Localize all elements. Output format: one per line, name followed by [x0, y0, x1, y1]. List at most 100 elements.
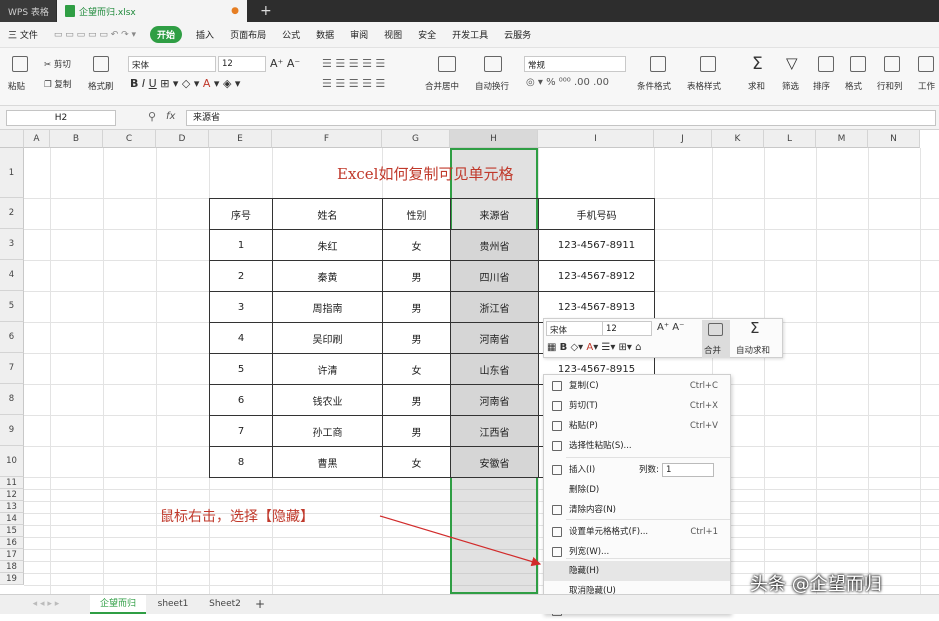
zoom-icon[interactable]: ⚲ — [148, 110, 156, 123]
table-cell[interactable]: 男 — [382, 291, 451, 323]
worksheet-icon[interactable] — [918, 56, 934, 72]
column-header-A[interactable]: A — [24, 130, 50, 148]
table-header-cell[interactable]: 手机号码 — [538, 198, 655, 230]
column-header-G[interactable]: G — [382, 130, 450, 148]
row-header-14[interactable]: 14 — [0, 513, 24, 525]
menu-item[interactable]: 云服务 — [496, 28, 539, 41]
file-tab[interactable]: 企望而归.xlsx ● — [57, 0, 247, 22]
name-box[interactable]: H2 — [6, 110, 116, 126]
cond-format-button[interactable]: 条件格式 — [637, 80, 671, 92]
menu-file[interactable]: 三 文件 — [0, 28, 46, 41]
context-menu-item[interactable]: 列宽(W)... — [544, 542, 730, 562]
column-header-M[interactable]: M — [816, 130, 868, 148]
table-cell[interactable]: 周指南 — [272, 291, 383, 323]
column-header-F[interactable]: F — [272, 130, 382, 148]
new-tab-button[interactable]: + — [252, 0, 280, 22]
row-header-8[interactable]: 8 — [0, 384, 24, 415]
table-cell[interactable]: 吴印刷 — [272, 322, 383, 354]
column-header-I[interactable]: I — [538, 130, 654, 148]
table-cell[interactable]: 女 — [382, 446, 451, 478]
row-header-13[interactable]: 13 — [0, 501, 24, 513]
font-style-icons[interactable]: B I U ⊞ ▾ ◇ ▾ A ▾ ◈ ▾ — [130, 77, 240, 90]
merge-button[interactable]: 合并居中 — [425, 80, 459, 92]
column-header-D[interactable]: D — [156, 130, 209, 148]
table-cell[interactable]: 6 — [209, 384, 273, 416]
row-header-4[interactable]: 4 — [0, 260, 24, 291]
table-cell[interactable]: 4 — [209, 322, 273, 354]
table-cell[interactable]: 河南省 — [450, 322, 539, 354]
number-format-icons[interactable]: ◎ ▾ % ⁰⁰⁰ .00 .00 — [526, 77, 609, 88]
table-header-cell[interactable]: 序号 — [209, 198, 273, 230]
menu-item[interactable]: 安全 — [410, 28, 444, 41]
table-cell[interactable]: 浙江省 — [450, 291, 539, 323]
filter-icon[interactable]: ▽ — [786, 54, 798, 72]
column-header-C[interactable]: C — [103, 130, 156, 148]
table-cell[interactable]: 秦黄 — [272, 260, 383, 292]
table-cell[interactable]: 山东省 — [450, 353, 539, 385]
table-style-icon[interactable] — [700, 56, 716, 72]
align-icons-2[interactable]: ☰ ☰ ☰ ☰ ☰ — [322, 77, 385, 90]
wrap-button[interactable]: 自动换行 — [475, 80, 509, 92]
font-name-select[interactable]: 宋体 — [128, 56, 216, 72]
row-header-11[interactable]: 11 — [0, 477, 24, 489]
mini-grow-shrink-icons[interactable]: A⁺ A⁻ — [657, 322, 684, 333]
table-header-cell[interactable]: 姓名 — [272, 198, 383, 230]
table-cell[interactable]: 钱农业 — [272, 384, 383, 416]
row-header-17[interactable]: 17 — [0, 549, 24, 561]
cond-format-icon[interactable] — [650, 56, 666, 72]
table-cell[interactable]: 男 — [382, 384, 451, 416]
row-header-5[interactable]: 5 — [0, 291, 24, 322]
column-header-J[interactable]: J — [654, 130, 712, 148]
mini-sigma-icon[interactable]: Σ — [750, 319, 759, 337]
brush-icon[interactable] — [93, 56, 109, 72]
table-cell[interactable]: 5 — [209, 353, 273, 385]
table-cell[interactable]: 8 — [209, 446, 273, 478]
formula-input[interactable]: 来源省 — [186, 110, 936, 126]
format-icon[interactable] — [850, 56, 866, 72]
row-header-18[interactable]: 18 — [0, 561, 24, 573]
corner-cell[interactable] — [0, 130, 24, 148]
menu-item[interactable]: 数据 — [308, 28, 342, 41]
context-menu-item[interactable]: 插入(I) 列数: 1 — [544, 460, 730, 480]
menu-item[interactable]: 开发工具 — [444, 28, 496, 41]
table-header-cell[interactable]: 性别 — [382, 198, 451, 230]
context-menu-item[interactable]: 隐藏(H) — [544, 561, 730, 581]
table-cell[interactable]: 女 — [382, 353, 451, 385]
table-cell[interactable]: 贵州省 — [450, 229, 539, 261]
sort-button[interactable]: 排序 — [813, 80, 830, 92]
context-menu-item[interactable]: 粘贴(P) Ctrl+V — [544, 416, 730, 436]
row-header-16[interactable]: 16 — [0, 537, 24, 549]
table-cell[interactable]: 安徽省 — [450, 446, 539, 478]
sum-button[interactable]: 求和 — [748, 80, 765, 92]
sheet-title[interactable]: Excel如何复制可见单元格 — [337, 163, 514, 184]
mini-font-select[interactable]: 宋体 — [546, 321, 604, 336]
menu-item[interactable]: 页面布局 — [222, 28, 274, 41]
table-row[interactable]: 2 秦黄男四川省 123-4567-8912 — [209, 260, 655, 292]
rowcol-icon[interactable] — [884, 56, 900, 72]
row-header-9[interactable]: 9 — [0, 415, 24, 446]
context-menu-item[interactable]: 清除内容(N) — [544, 500, 730, 520]
context-menu-item[interactable]: 复制(C) Ctrl+C — [544, 376, 730, 396]
row-header-7[interactable]: 7 — [0, 353, 24, 384]
table-header-row[interactable]: 序号 姓名 性别 来源省 手机号码 — [209, 198, 655, 230]
insert-count-input[interactable]: 1 — [662, 463, 714, 477]
context-menu-item[interactable]: 剪切(T) Ctrl+X — [544, 396, 730, 416]
column-header-K[interactable]: K — [712, 130, 764, 148]
fx-icon[interactable]: fx — [166, 111, 175, 122]
table-cell[interactable]: 3 — [209, 291, 273, 323]
sheet-tab[interactable]: sheet1 — [148, 595, 198, 614]
table-cell[interactable]: 男 — [382, 260, 451, 292]
table-cell[interactable]: 江西省 — [450, 415, 539, 447]
context-menu-item[interactable]: 选择性粘贴(S)... — [544, 436, 730, 456]
row-header-1[interactable]: 1 — [0, 148, 24, 198]
table-cell[interactable]: 123-4567-8912 — [538, 260, 655, 292]
table-cell[interactable]: 123-4567-8911 — [538, 229, 655, 261]
context-menu-item[interactable]: 删除(D) — [544, 480, 730, 500]
menu-item[interactable]: 审阅 — [342, 28, 376, 41]
table-cell[interactable]: 女 — [382, 229, 451, 261]
mini-autosum-button[interactable]: 自动求和 — [736, 344, 770, 356]
format-painter-button[interactable]: 格式刷 — [88, 80, 114, 92]
quick-access-icons[interactable]: ▭ ▭ ▭ ▭ ▭ ↶ ↷ ▾ — [46, 30, 144, 40]
cut-button[interactable]: ✂ 剪切 — [44, 58, 71, 70]
format-button[interactable]: 格式 — [845, 80, 862, 92]
